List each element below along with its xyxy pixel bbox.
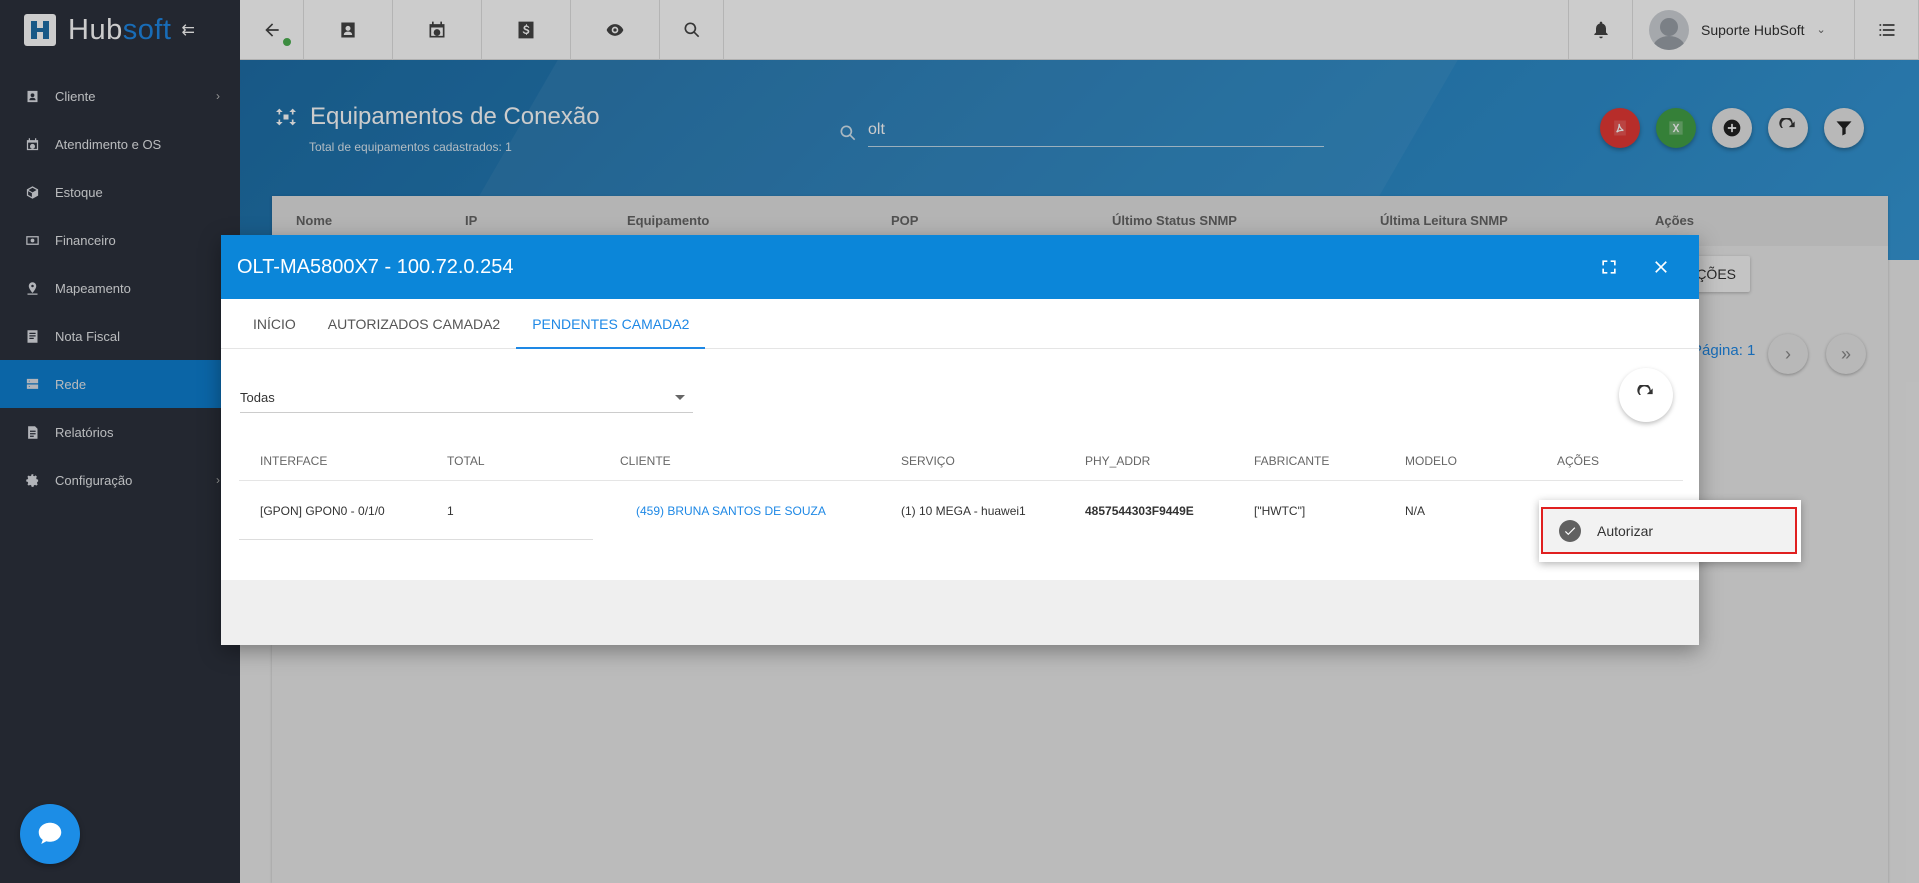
- interface-filter-select[interactable]: Todas: [240, 383, 693, 413]
- modal-title: OLT-MA5800X7 - 100.72.0.254: [237, 255, 514, 278]
- col-cliente: CLIENTE: [620, 454, 671, 468]
- table-row: [GPON] GPON0 - 0/1/0 1 (459) BRUNA SANTO…: [239, 482, 1683, 540]
- col-interface: INTERFACE: [260, 454, 328, 468]
- tab-pendentes-camada2[interactable]: PENDENTES CAMADA2: [516, 299, 706, 349]
- cell-servico: (1) 10 MEGA - huawei1: [901, 504, 1026, 518]
- tab-autorizados-camada2[interactable]: AUTORIZADOS CAMADA2: [312, 299, 516, 348]
- col-total: TOTAL: [447, 454, 485, 468]
- tab-inicio[interactable]: INÍCIO: [237, 299, 312, 348]
- authorize-menu-item[interactable]: Autorizar: [1541, 507, 1797, 554]
- cell-interface: [GPON] GPON0 - 0/1/0: [260, 504, 385, 518]
- authorize-label: Autorizar: [1597, 522, 1654, 539]
- cell-cliente-link[interactable]: (459) BRUNA SANTOS DE SOUZA: [636, 504, 826, 518]
- select-value: Todas: [240, 390, 275, 405]
- refresh-list-button[interactable]: [1619, 368, 1673, 422]
- modal-body: Todas INTERFACE TOTAL CLIENTE SERVIÇO PH…: [221, 349, 1699, 579]
- col-modelo: MODELO: [1405, 454, 1458, 468]
- check-circle-icon: [1559, 519, 1581, 542]
- dropdown-arrow-icon: [675, 395, 685, 400]
- chat-button[interactable]: [20, 804, 80, 864]
- row-actions-menu: Autorizar: [1539, 500, 1801, 562]
- chat-bubble-icon: [38, 822, 62, 844]
- col-fabricante: FABRICANTE: [1254, 454, 1330, 468]
- fullscreen-icon[interactable]: [1599, 257, 1619, 277]
- olt-modal: OLT-MA5800X7 - 100.72.0.254 INÍCIO AUTOR…: [221, 235, 1699, 645]
- modal-footer: [221, 580, 1699, 645]
- col-acoes: AÇÕES: [1557, 454, 1600, 468]
- close-icon[interactable]: [1651, 257, 1671, 277]
- col-phy-addr: PHY_ADDR: [1085, 454, 1151, 468]
- pending-table-header: INTERFACE TOTAL CLIENTE SERVIÇO PHY_ADDR…: [239, 441, 1683, 481]
- col-servico: SERVIÇO: [901, 454, 955, 468]
- cell-total: 1: [447, 504, 454, 518]
- modal-header: OLT-MA5800X7 - 100.72.0.254: [221, 235, 1699, 299]
- cell-phy-addr: 4857544303F9449E: [1085, 504, 1194, 518]
- cell-fabricante: ["HWTC"]: [1254, 504, 1306, 518]
- refresh-icon: [1637, 385, 1653, 395]
- cell-modelo: N/A: [1405, 504, 1426, 518]
- modal-tabs: INÍCIO AUTORIZADOS CAMADA2 PENDENTES CAM…: [221, 299, 1699, 349]
